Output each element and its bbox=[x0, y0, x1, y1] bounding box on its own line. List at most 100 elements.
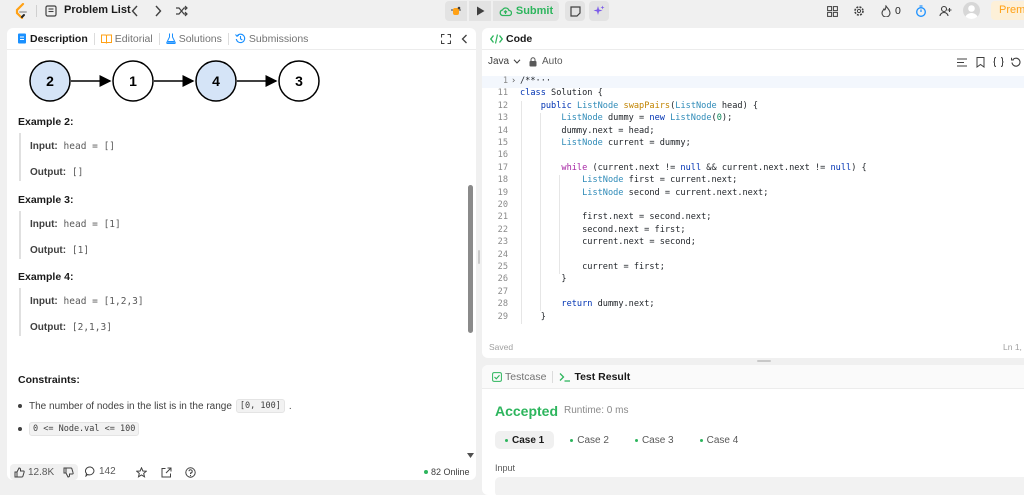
case-tab-3[interactable]: Case 3 bbox=[625, 431, 684, 449]
fold-chevron-icon[interactable]: › bbox=[511, 76, 516, 86]
horizontal-resize-handle[interactable] bbox=[757, 360, 771, 362]
settings-gear-icon[interactable] bbox=[852, 4, 866, 18]
braces-icon[interactable] bbox=[992, 56, 1004, 68]
share-icon[interactable] bbox=[160, 466, 172, 478]
fullscreen-icon[interactable] bbox=[440, 33, 452, 45]
help-icon[interactable] bbox=[184, 466, 196, 478]
leetcode-logo-icon[interactable] bbox=[14, 3, 28, 19]
constraint-text: The number of nodes in the list is in th… bbox=[29, 400, 232, 412]
bug-icon bbox=[451, 6, 461, 15]
line-number: 14 bbox=[497, 125, 508, 136]
tab-editorial[interactable]: Editorial bbox=[95, 33, 159, 45]
input-label: Input: bbox=[30, 219, 58, 230]
line-text: ListNode dummy = new ListNode(0); bbox=[561, 113, 733, 124]
code-line[interactable]: 22 second.next = first; bbox=[482, 225, 1022, 237]
notes-button[interactable] bbox=[565, 1, 585, 21]
svg-text:4: 4 bbox=[212, 73, 220, 89]
code-line[interactable]: 19 ListNode second = current.next.next; bbox=[482, 188, 1022, 200]
case-tab-2[interactable]: Case 2 bbox=[560, 431, 619, 449]
topbar-divider bbox=[36, 5, 37, 17]
streak-fire-icon[interactable] bbox=[879, 4, 893, 18]
code-line[interactable]: 14 dummy.next = head; bbox=[482, 126, 1022, 138]
auto-mode[interactable]: Auto bbox=[529, 56, 563, 67]
like-button[interactable]: 12.8K bbox=[10, 464, 78, 480]
code-line[interactable]: 29 } bbox=[482, 312, 1022, 324]
code-line[interactable]: 20 bbox=[482, 200, 1022, 212]
code-line[interactable]: 25 current = first; bbox=[482, 262, 1022, 274]
next-problem-icon[interactable] bbox=[152, 4, 164, 18]
shuffle-icon[interactable] bbox=[174, 4, 188, 18]
layout-grid-icon[interactable] bbox=[825, 4, 839, 18]
code-line[interactable]: 15 ListNode current = dummy; bbox=[482, 138, 1022, 150]
language-select[interactable]: Java bbox=[488, 56, 521, 67]
prev-problem-icon[interactable] bbox=[129, 4, 141, 18]
bookmark-icon[interactable] bbox=[974, 56, 986, 68]
run-button[interactable] bbox=[469, 1, 491, 21]
indent-guide bbox=[521, 100, 522, 324]
timer-icon[interactable] bbox=[914, 4, 928, 18]
collapse-panel-icon[interactable] bbox=[459, 33, 469, 45]
line-text: } bbox=[520, 274, 567, 285]
scroll-down-arrow-icon[interactable] bbox=[466, 451, 474, 459]
star-icon[interactable] bbox=[135, 466, 147, 478]
tab-description-label: Description bbox=[30, 32, 88, 45]
description-panel: Description Editorial Solutions Submissi… bbox=[7, 28, 476, 480]
constraints-title: Constraints: bbox=[18, 374, 80, 386]
line-text: while (current.next != null && current.n… bbox=[561, 162, 867, 173]
case-tab-1[interactable]: Case 1 bbox=[495, 431, 555, 449]
code-line[interactable]: 11 class Solution { bbox=[482, 88, 1022, 100]
line-number: 16 bbox=[497, 150, 508, 161]
avatar[interactable] bbox=[963, 2, 980, 19]
comments-button[interactable]: 142 bbox=[85, 466, 116, 477]
example-4-output: Output: [2,1,3] bbox=[30, 322, 112, 333]
format-icon[interactable] bbox=[956, 56, 968, 68]
code-line[interactable]: 17 while (current.next != null && curren… bbox=[482, 163, 1022, 175]
bullet bbox=[18, 404, 22, 408]
output-label: Output: bbox=[30, 245, 67, 256]
example-4-input: Input: head = [1,2,3] bbox=[30, 296, 144, 307]
code-line[interactable]: 23 current.next = second; bbox=[482, 237, 1022, 249]
code-line[interactable]: 28 return dummy.next; bbox=[482, 299, 1022, 311]
case-tab-4[interactable]: Case 4 bbox=[690, 431, 749, 449]
add-friend-icon[interactable] bbox=[938, 4, 952, 18]
description-scrollbar[interactable] bbox=[468, 185, 473, 333]
code-line[interactable]: 12 public ListNode swapPairs(ListNode he… bbox=[482, 101, 1022, 113]
debug-button[interactable] bbox=[445, 1, 467, 21]
tab-test-result[interactable]: Test Result bbox=[553, 371, 636, 383]
tab-testcase[interactable]: Testcase bbox=[486, 371, 552, 383]
book-icon bbox=[100, 34, 112, 44]
code-line[interactable]: 13 ListNode dummy = new ListNode(0); bbox=[482, 113, 1022, 125]
history-icon bbox=[235, 33, 246, 44]
problem-list-icon[interactable] bbox=[44, 4, 58, 18]
input-label: Input: bbox=[30, 141, 58, 152]
vertical-resize-handle[interactable] bbox=[478, 250, 480, 264]
line-number: 18 bbox=[497, 175, 508, 186]
problem-list-link[interactable]: Problem List bbox=[64, 4, 131, 16]
ai-assistant-button[interactable] bbox=[589, 1, 609, 21]
example-4-title: Example 4: bbox=[18, 271, 74, 283]
code-line[interactable]: 21 first.next = second.next; bbox=[482, 212, 1022, 224]
tab-submissions[interactable]: Submissions bbox=[229, 33, 315, 45]
line-number: 23 bbox=[497, 237, 508, 248]
reset-icon[interactable] bbox=[1010, 56, 1022, 68]
submit-label: Submit bbox=[515, 5, 554, 17]
output-value: [] bbox=[71, 167, 84, 178]
list-node: 3 bbox=[278, 60, 320, 102]
example-3-output: Output: [1] bbox=[30, 245, 89, 256]
submit-button[interactable]: Submit bbox=[493, 1, 559, 21]
play-icon bbox=[476, 6, 484, 16]
tab-description[interactable]: Description bbox=[11, 33, 94, 45]
line-number: 21 bbox=[497, 212, 508, 223]
line-number: 22 bbox=[497, 224, 508, 235]
thumbs-down-icon[interactable] bbox=[63, 467, 74, 478]
premium-button[interactable]: Prem bbox=[991, 1, 1024, 20]
code-line[interactable]: 1 › /**··· bbox=[482, 76, 1022, 88]
code-line[interactable]: 16 bbox=[482, 150, 1022, 162]
code-line[interactable]: 24 bbox=[482, 250, 1022, 262]
code-line[interactable]: 26 } bbox=[482, 274, 1022, 286]
tab-solutions[interactable]: Solutions bbox=[160, 33, 228, 45]
code-line[interactable]: 18 ListNode first = current.next; bbox=[482, 175, 1022, 187]
code-editor[interactable]: 1 › /**··· 11 class Solution {12 public List… bbox=[482, 76, 1024, 326]
code-line[interactable]: 27 bbox=[482, 287, 1022, 299]
tab-code[interactable]: Code bbox=[488, 33, 534, 45]
